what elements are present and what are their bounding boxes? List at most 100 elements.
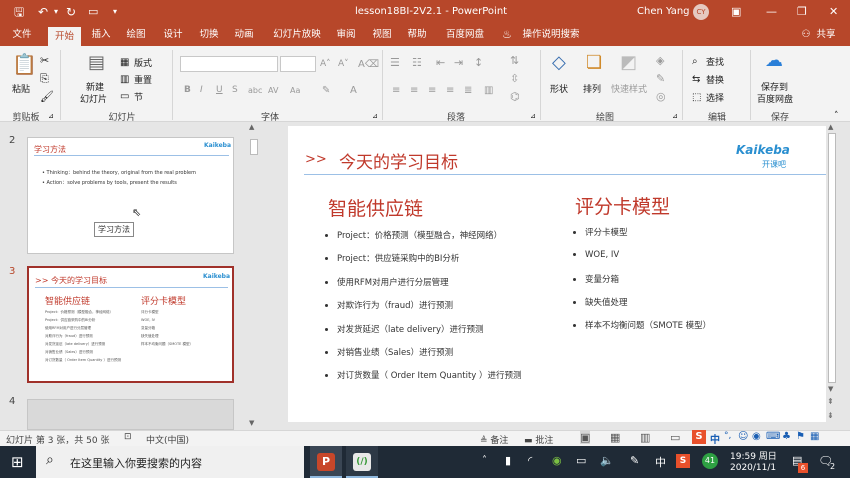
paragraph-launcher-icon[interactable]: ⊿ (530, 110, 536, 123)
text-direction-icon[interactable]: ⇅ (510, 54, 519, 67)
drawing-launcher-icon[interactable]: ⊿ (672, 110, 678, 123)
right-bullet[interactable]: 缺失值处理 (573, 296, 628, 308)
find-icon[interactable]: ⌕ (692, 55, 698, 68)
tray-app-icon[interactable]: ◉ (552, 454, 562, 467)
save-icon[interactable]: 🖫 (14, 0, 24, 24)
cut-icon[interactable]: ✂ (40, 54, 49, 67)
tab-transitions[interactable]: 切换 (196, 24, 222, 46)
scroll-down-icon[interactable]: ▼ (249, 419, 254, 427)
customize-qat-icon[interactable]: ▾ (113, 0, 117, 24)
arrange-icon[interactable]: ❏ (586, 54, 602, 72)
shadow-icon[interactable]: S (232, 84, 238, 97)
sogou-tray-icon[interactable]: S (676, 454, 690, 468)
bullets-icon[interactable]: ☰ (390, 56, 400, 69)
slide-thumb-3[interactable]: >> 今天的学习目标 Kaikeba 智能供应链 评分卡模型 Project：价… (27, 266, 234, 383)
underline-icon[interactable]: U (216, 84, 223, 97)
left-bullet[interactable]: Project：价格预测（模型融合，神经网络） (325, 229, 502, 241)
copy-icon[interactable]: ⎘ (40, 72, 49, 85)
char-spacing-icon[interactable]: AV (268, 84, 278, 97)
find-button[interactable]: 查找 (706, 55, 724, 68)
restore-icon[interactable]: ❐ (797, 0, 807, 24)
distribute-icon[interactable]: ≣ (464, 84, 472, 97)
slide-sorter-icon[interactable]: ▦ (610, 431, 620, 444)
right-bullet[interactable]: 样本不均衡问题（SMOTE 模型） (573, 319, 711, 331)
shrink-font-icon[interactable]: A˅ (338, 58, 349, 71)
right-heading[interactable]: 评分卡模型 (575, 192, 670, 219)
keyboard-icon[interactable]: ⌨ (766, 431, 780, 442)
scroll-up-icon[interactable]: ▲ (828, 123, 833, 131)
new-slide-label-2[interactable]: 幻灯片 (80, 92, 107, 105)
slide-thumb-2[interactable]: 学习方法 Kaikeba • Thinking：behind the theor… (27, 137, 234, 254)
tab-home[interactable]: 开始 (48, 27, 81, 46)
clear-format-icon[interactable]: A⌫ (358, 58, 379, 71)
quick-styles-button[interactable]: 快速样式 (611, 82, 647, 95)
next-slide-icon[interactable]: ⇟ (827, 411, 834, 420)
sogou-icon[interactable]: S (692, 430, 706, 444)
thumbs-scroll-thumb[interactable] (250, 139, 258, 155)
kaikeba-taskbar-app[interactable]: (/) (346, 446, 378, 478)
line-spacing-icon[interactable]: ↕ (474, 56, 483, 69)
taskbar-ime[interactable]: 中 (655, 454, 666, 470)
right-bullet[interactable]: 变量分箱 (573, 273, 619, 285)
layout-button[interactable]: 版式 (134, 56, 152, 69)
highlight-icon[interactable]: ✎ (322, 84, 330, 97)
prev-slide-icon[interactable]: ⇞ (827, 397, 834, 406)
left-heading[interactable]: 智能供应链 (328, 194, 423, 221)
spellcheck-icon[interactable]: ⊡ (124, 432, 132, 442)
italic-icon[interactable]: I (200, 84, 203, 97)
redo-icon[interactable]: ↻ (66, 0, 76, 24)
tab-help[interactable]: 帮助 (404, 24, 430, 46)
smartart-icon[interactable]: ⌬ (510, 90, 520, 103)
tools-icon[interactable]: ▦ (810, 431, 819, 442)
section-button[interactable]: 节 (134, 90, 143, 103)
tab-file[interactable]: 文件 (8, 24, 36, 46)
pen-icon[interactable]: ✎ (630, 454, 639, 467)
left-bullet[interactable]: 对发货延迟（late delivery）进行预测 (325, 323, 483, 335)
paste-label[interactable]: 粘贴 (12, 82, 30, 95)
tab-draw[interactable]: 绘图 (123, 24, 149, 46)
left-bullet[interactable]: Project：供应链采购中的BI分析 (325, 252, 459, 264)
volume-icon[interactable]: 🔈 (600, 454, 614, 467)
right-bullet[interactable]: 评分卡模型 (573, 226, 628, 238)
normal-view-icon[interactable]: ▣ (580, 431, 591, 444)
tell-me-search[interactable]: 操作说明搜索 (520, 24, 582, 46)
decrease-indent-icon[interactable]: ⇤ (436, 56, 445, 69)
clock-time[interactable]: 19:59 周日 (730, 449, 777, 462)
justify-icon[interactable]: ≡ (446, 84, 454, 97)
thumbs-scrollbar[interactable]: ▲ ▼ (248, 123, 260, 430)
skin-icon[interactable]: ♣ (782, 431, 791, 442)
bold-icon[interactable]: B (184, 84, 191, 97)
wifi-icon[interactable]: ◜ (528, 454, 532, 467)
baidu-cloud-icon[interactable]: ☁ (765, 52, 783, 70)
slide-thumb-4[interactable] (27, 399, 234, 430)
align-right-icon[interactable]: ≡ (428, 84, 436, 97)
baidu-label[interactable]: 百度网盘 (757, 92, 793, 105)
present-icon[interactable]: ▭ (88, 0, 98, 24)
replace-icon[interactable]: ⇆ (692, 73, 700, 86)
tab-insert[interactable]: 插入 (88, 24, 114, 46)
usb-icon[interactable]: ▮ (505, 454, 511, 467)
tab-view[interactable]: 视图 (369, 24, 395, 46)
font-launcher-icon[interactable]: ⊿ (372, 110, 378, 123)
align-center-icon[interactable]: ≡ (410, 84, 418, 97)
numbering-icon[interactable]: ☷ (412, 56, 422, 69)
tray-chevron-icon[interactable]: ˄ (482, 455, 487, 466)
tab-animations[interactable]: 动画 (231, 24, 257, 46)
editor-scroll-thumb[interactable] (828, 133, 836, 383)
align-left-icon[interactable]: ≡ (392, 84, 400, 97)
minimize-icon[interactable]: — (766, 0, 777, 24)
left-bullet[interactable]: 对订货数量（ Order Item Quantity ）进行预测 (325, 369, 522, 381)
align-text-icon[interactable]: ⇳ (510, 72, 519, 85)
windows-start-icon[interactable]: ⊞ (11, 453, 24, 471)
current-slide[interactable]: >> 今天的学习目标 Kaikeba 开课吧 智能供应链 Project：价格预… (288, 126, 830, 422)
ribbon-display-icon[interactable]: ▣ (731, 0, 741, 24)
language-status[interactable]: 中文(中国) (146, 433, 189, 446)
right-bullet[interactable]: WOE, IV (573, 250, 619, 260)
left-bullet[interactable]: 对欺诈行为（fraud）进行预测 (325, 299, 453, 311)
layout-icon[interactable]: ▦ (120, 56, 129, 69)
font-name-box[interactable] (180, 56, 278, 72)
shapes-button[interactable]: 形状 (550, 82, 568, 95)
grow-font-icon[interactable]: A˄ (320, 58, 331, 71)
close-icon[interactable]: ✕ (829, 0, 838, 24)
punct-icon[interactable]: °, (724, 431, 731, 441)
